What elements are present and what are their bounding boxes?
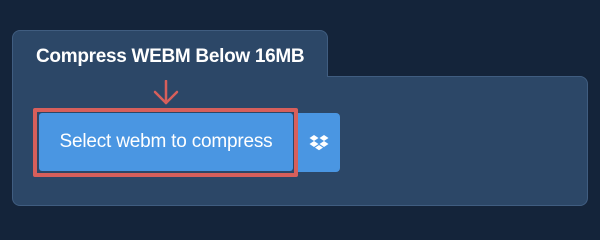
highlight-box: [33, 108, 298, 177]
panel-title: Compress WEBM Below 16MB: [36, 46, 305, 67]
dropbox-icon: [309, 134, 329, 150]
down-arrow-icon: [153, 80, 179, 105]
dropbox-button[interactable]: [298, 113, 340, 172]
